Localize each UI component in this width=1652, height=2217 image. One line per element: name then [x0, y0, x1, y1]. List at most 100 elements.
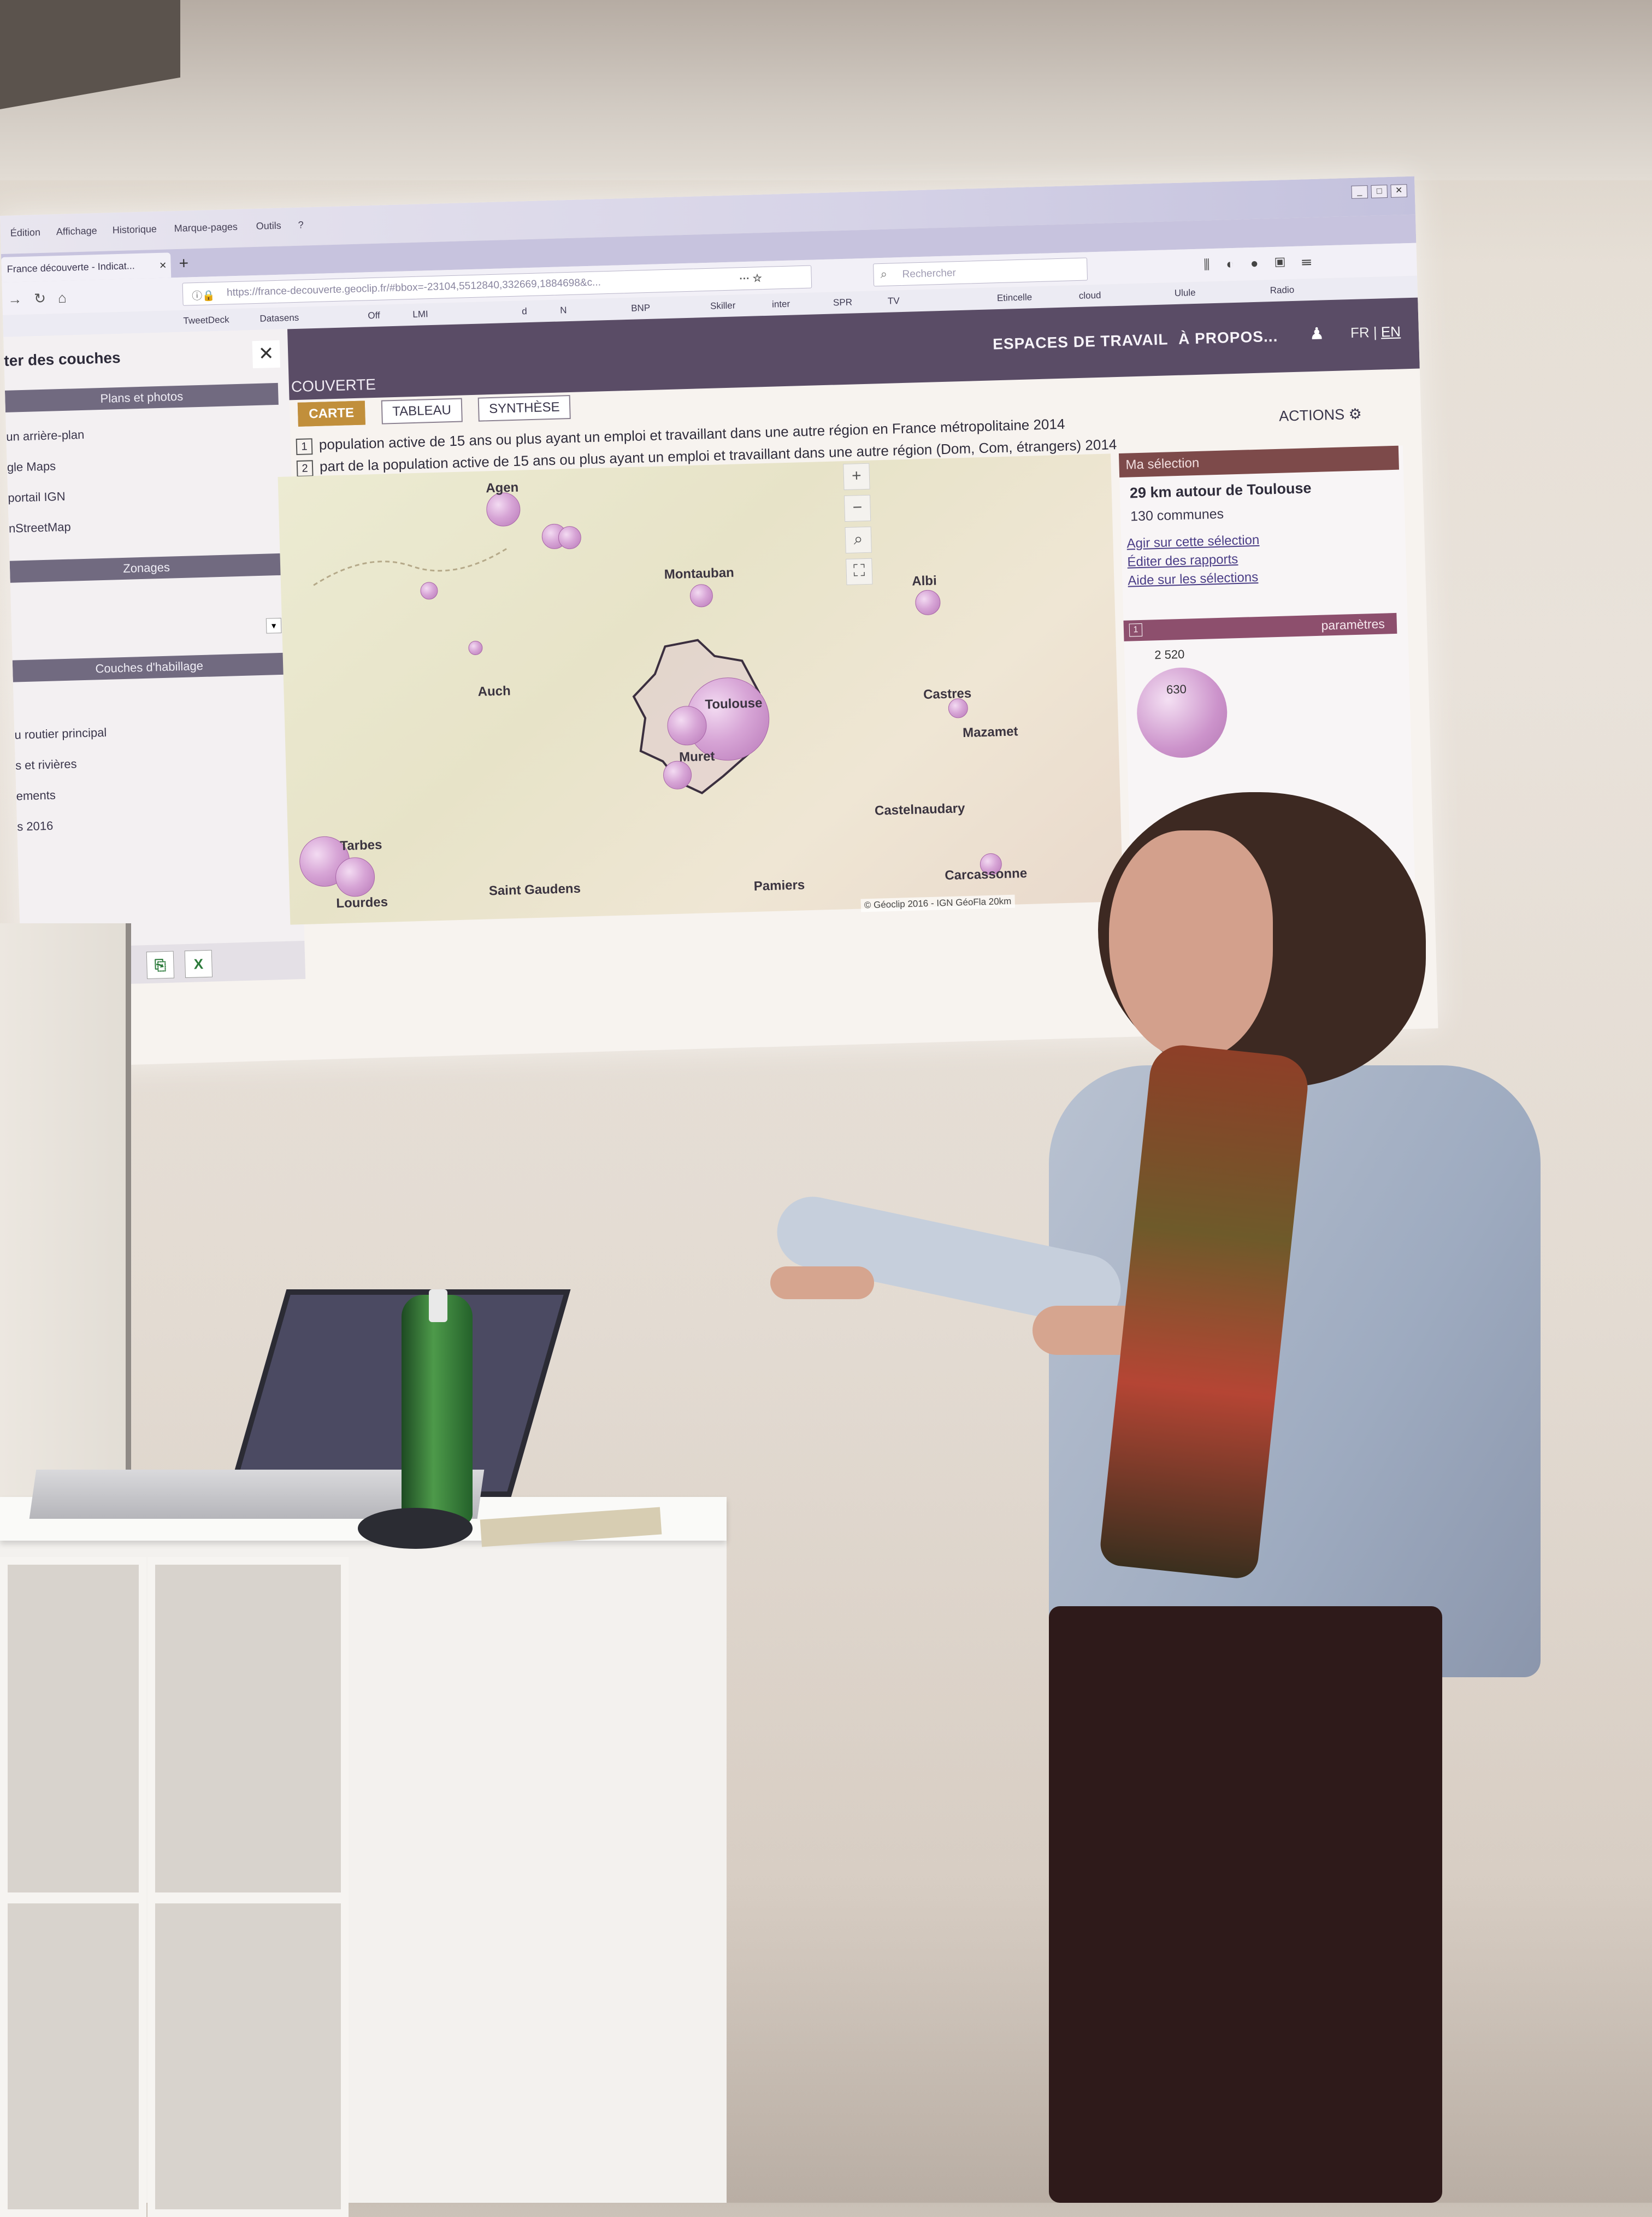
layer-item[interactable]: gle Maps — [7, 459, 56, 474]
city-pamiers: Pamiers — [753, 877, 805, 894]
menu-help[interactable]: ? — [298, 219, 304, 231]
site-brand[interactable]: COUVERTE — [291, 376, 376, 396]
tab-tableau[interactable]: TABLEAU — [381, 398, 463, 424]
layer-item[interactable]: ements — [16, 788, 56, 804]
section-zonages[interactable]: Zonages — [9, 553, 284, 583]
layer-item[interactable]: portail IGN — [8, 490, 66, 505]
bookmark-off[interactable]: Off — [368, 310, 380, 322]
fullscreen-icon[interactable]: ⛶ — [846, 558, 873, 585]
shelf-cubby — [0, 1896, 146, 2217]
layer-item[interactable]: nStreetMap — [9, 520, 71, 536]
bookmark-n[interactable]: N — [560, 305, 567, 316]
tab-synthese[interactable]: SYNTHÈSE — [477, 394, 571, 422]
excel-icon[interactable]: X — [184, 950, 213, 978]
lang-fr[interactable]: FR — [1350, 324, 1370, 341]
link-agir-selection[interactable]: Agir sur cette sélection — [1126, 533, 1259, 552]
toolbar-icons[interactable]: ⫼◐●▣☰ — [1203, 254, 1328, 273]
language-switch: FR | EN — [1350, 323, 1401, 341]
bookmark-tweetdeck[interactable]: TweetDeck — [183, 314, 229, 326]
param-label: paramètres — [1321, 616, 1385, 633]
city-montauban: Montauban — [664, 565, 735, 582]
zoom-in-icon[interactable]: + — [843, 463, 870, 491]
tab-close-icon[interactable]: × — [159, 258, 167, 273]
bottle-cap — [429, 1289, 447, 1322]
layer-item[interactable]: s 2016 — [17, 819, 54, 834]
city-auch: Auch — [477, 683, 511, 699]
bookmark-lmi[interactable]: LMI — [412, 309, 428, 320]
bookmark-skiller[interactable]: Skiller — [710, 300, 736, 311]
layers-panel: ter des couches ✕ Plans et photos un arr… — [3, 329, 305, 949]
search-placeholder: Rechercher — [902, 267, 957, 280]
nav-buttons-icon[interactable]: →↻⌂ — [8, 289, 79, 308]
param-number: 1 — [1129, 623, 1143, 637]
ceiling — [0, 0, 1652, 180]
city-saint-gaudens: Saint Gaudens — [488, 881, 581, 899]
layer-item[interactable]: un arrière-plan — [6, 428, 85, 444]
search-icon: ⌕ — [880, 267, 888, 281]
zoom-out-icon[interactable]: − — [843, 494, 871, 522]
city-castres: Castres — [923, 686, 972, 703]
menu-affichage[interactable]: Affichage — [56, 225, 97, 238]
actions-button[interactable]: ACTIONS ⚙ — [1279, 406, 1362, 425]
menu-marque-pages[interactable]: Marque-pages — [174, 221, 238, 234]
link-editer-rapports[interactable]: Éditer des rapports — [1127, 552, 1238, 570]
bookmark-tv[interactable]: TV — [888, 296, 900, 307]
white-shelf — [0, 1497, 727, 2217]
legend-max-value: 2 520 — [1154, 647, 1185, 662]
water-bottle — [402, 1295, 473, 1524]
window-buttons: _ □ ✕ — [1351, 184, 1408, 199]
maximize-button[interactable]: □ — [1371, 185, 1388, 198]
layers-panel-title: ter des couches — [3, 349, 121, 369]
nav-a-propos[interactable]: À PROPOS... — [1178, 328, 1278, 348]
city-agen: Agen — [485, 480, 519, 496]
city-muret: Muret — [678, 748, 715, 765]
bookmark-d[interactable]: d — [522, 306, 527, 317]
chevron-down-icon[interactable]: ▼ — [266, 617, 282, 634]
shelf-cubby — [148, 1557, 349, 1900]
bookmark-spr[interactable]: SPR — [833, 297, 853, 309]
ceiling-tile — [0, 0, 180, 109]
page-actions-icon[interactable]: ··· ☆ — [739, 272, 762, 285]
bookmark-ulule[interactable]: Ulule — [1175, 287, 1196, 299]
search-map-icon[interactable]: ⌕ — [845, 526, 872, 554]
tab-title: France découverte - Indicat... — [7, 260, 135, 275]
actions-label: ACTIONS — [1278, 406, 1345, 424]
section-couches-habillage[interactable]: Couches d'habillage — [12, 652, 286, 682]
bookmark-datasens[interactable]: Datasens — [259, 312, 299, 325]
app-icon[interactable]: ⎘ — [146, 951, 175, 980]
tab-carte[interactable]: CARTE — [297, 400, 365, 427]
selection-subtitle: 130 communes — [1130, 506, 1224, 524]
presenter-left-hand — [770, 1266, 874, 1299]
bookmark-inter[interactable]: inter — [772, 299, 790, 310]
new-tab-icon[interactable]: + — [179, 254, 188, 273]
lang-en[interactable]: EN — [1380, 323, 1401, 340]
layer-item[interactable]: s et rivières — [15, 757, 77, 773]
bookmark-cloud[interactable]: cloud — [1079, 290, 1101, 302]
search-box[interactable]: ⌕ Rechercher — [873, 257, 1088, 287]
city-toulouse: Toulouse — [705, 695, 763, 712]
map-canvas[interactable]: Agen Montauban Albi Auch Toulouse Muret … — [278, 453, 1123, 925]
parameters-bar[interactable]: 1 paramètres — [1123, 612, 1397, 641]
menu-outils[interactable]: Outils — [256, 220, 281, 232]
bookmark-etincelle[interactable]: Etincelle — [997, 292, 1032, 304]
user-icon[interactable]: ♟ — [1309, 324, 1325, 344]
shelf-cubby — [0, 1557, 146, 1900]
menu-edition[interactable]: Édition — [10, 227, 41, 239]
gear-icon: ⚙ — [1348, 405, 1362, 423]
link-aide-selections[interactable]: Aide sur les sélections — [1128, 570, 1258, 589]
close-icon[interactable]: ✕ — [252, 340, 280, 369]
bookmark-bnp[interactable]: BNP — [631, 303, 651, 314]
bookmark-radio[interactable]: Radio — [1270, 285, 1294, 296]
city-carcassonne: Carcassonne — [945, 865, 1028, 883]
city-tarbes: Tarbes — [340, 837, 382, 854]
map-controls: + − ⌕ ⛶ — [843, 463, 874, 591]
close-window-button[interactable]: ✕ — [1390, 184, 1408, 198]
city-lourdes: Lourdes — [336, 894, 388, 911]
selection-title: 29 km autour de Toulouse — [1129, 480, 1312, 502]
minimize-button[interactable]: _ — [1351, 185, 1368, 199]
menu-historique[interactable]: Historique — [113, 223, 157, 236]
layer-item[interactable]: u routier principal — [14, 726, 107, 742]
section-plans-photos[interactable]: Plans et photos — [4, 382, 279, 412]
city-albi: Albi — [911, 573, 937, 589]
nav-espaces-travail[interactable]: ESPACES DE TRAVAIL — [993, 331, 1169, 353]
